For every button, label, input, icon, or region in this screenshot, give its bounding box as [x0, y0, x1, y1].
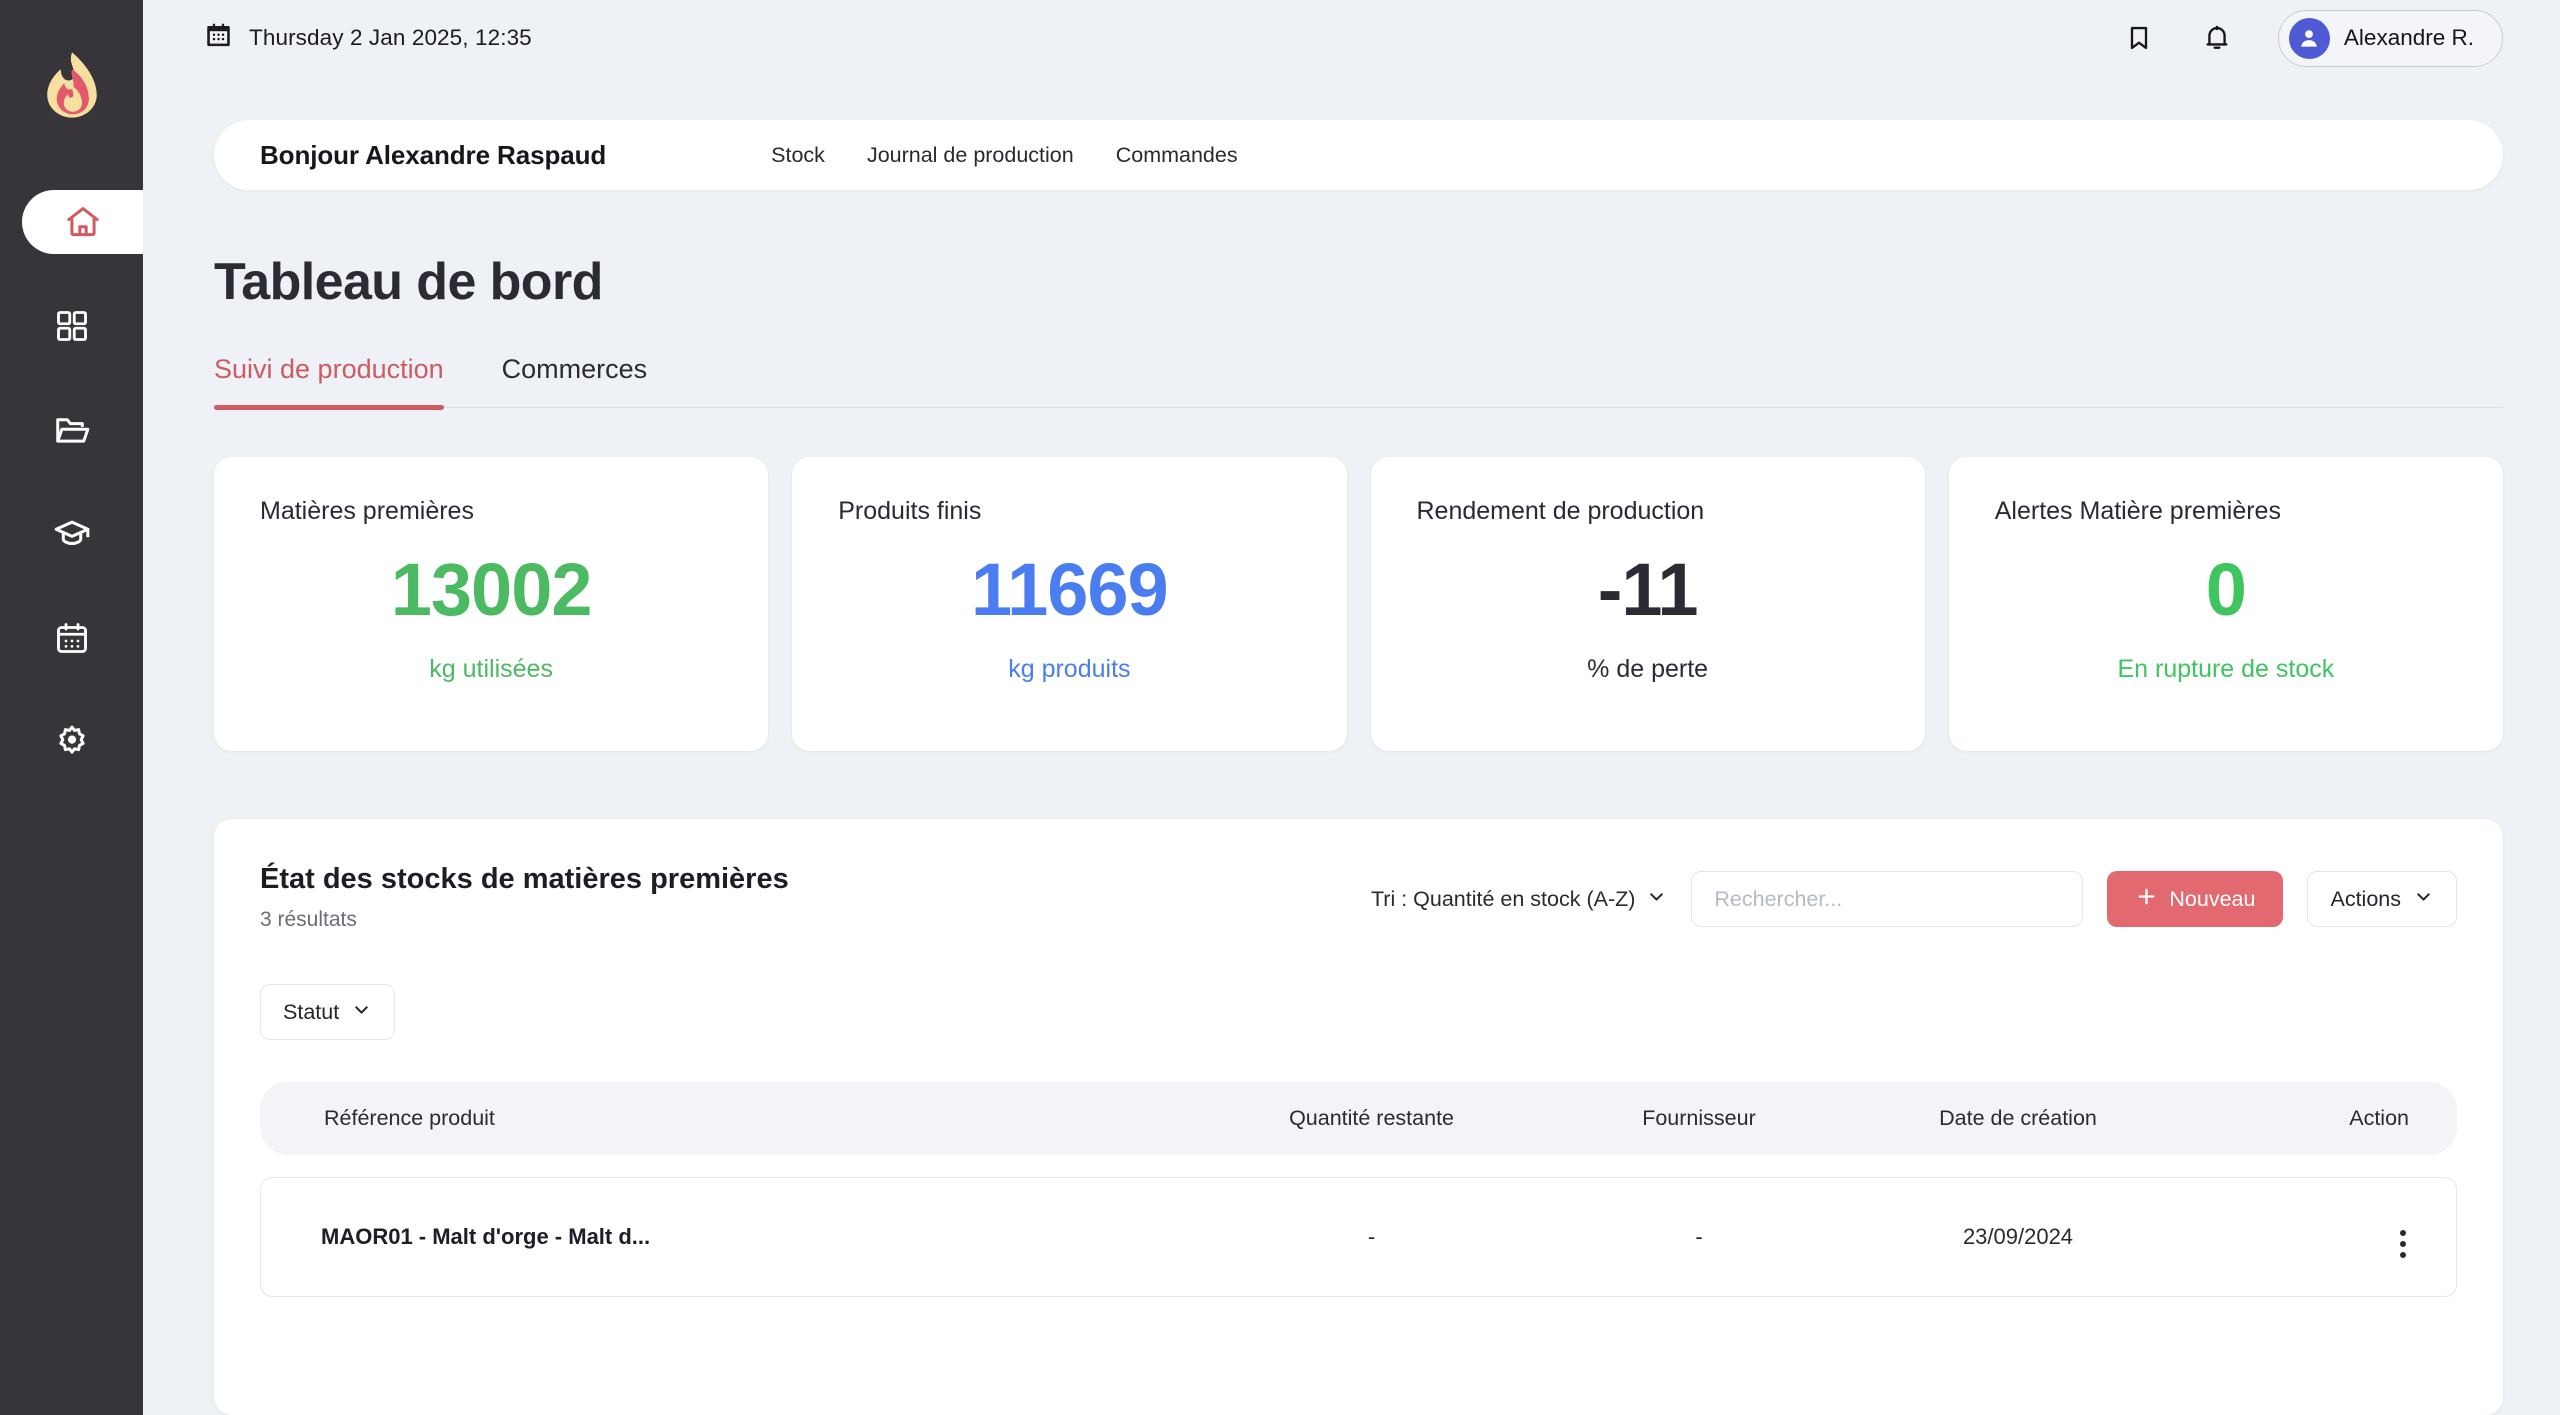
- cell-supplier: -: [1565, 1177, 1833, 1297]
- graduation-icon: [53, 515, 91, 553]
- bookmark-icon[interactable]: [2122, 21, 2156, 55]
- kpi-card-produits-finis: Produits finis 11669 kg produits: [792, 457, 1347, 751]
- cell-reference: MAOR01 - Malt d'orge - Malt d...: [260, 1177, 1178, 1297]
- table-title-block: État des stocks de matières premières 3 …: [260, 863, 789, 932]
- sort-dropdown[interactable]: Tri : Quantité en stock (A-Z): [1371, 886, 1667, 913]
- table-row[interactable]: MAOR01 - Malt d'orge - Malt d... - - 23/…: [260, 1177, 2457, 1297]
- home-icon: [64, 203, 102, 241]
- bell-icon[interactable]: [2200, 21, 2234, 55]
- kpi-value: -11: [1597, 548, 1699, 631]
- table-header-row: Référence produit Quantité restante Four…: [260, 1082, 2457, 1155]
- kpi-card-matieres-premieres: Matières premières 13002 kg utilisées: [214, 457, 769, 751]
- table-title: État des stocks de matières premières: [260, 863, 789, 895]
- actions-button-label: Actions: [2330, 886, 2401, 911]
- sidebar: [0, 0, 143, 1415]
- flame-logo: [33, 46, 111, 124]
- gear-icon: [53, 723, 91, 761]
- kpi-card-alertes-matiere-premieres: Alertes Matière premières 0 En rupture d…: [1948, 457, 2503, 751]
- welcome-bar: Bonjour Alexandre Raspaud Stock Journal …: [214, 120, 2503, 190]
- current-date-text: Thursday 2 Jan 2025, 12:35: [249, 25, 532, 50]
- sort-label: Tri : Quantité en stock (A-Z): [1370, 886, 1636, 911]
- kpi-label: Produits finis: [838, 497, 982, 525]
- cell-created: 23/09/2024: [1832, 1177, 2204, 1297]
- kpi-value: 13002: [390, 548, 593, 631]
- user-name: Alexandre R.: [2343, 25, 2474, 50]
- cell-quantity: -: [1177, 1177, 1566, 1297]
- kpi-value: 11669: [971, 548, 1169, 631]
- nav-link-commandes[interactable]: Commandes: [1116, 143, 1238, 168]
- page-title: Tableau de bord: [214, 253, 603, 311]
- more-vertical-icon[interactable]: [2400, 1230, 2406, 1258]
- calendar-icon: [54, 620, 90, 656]
- sidebar-item-learning[interactable]: [0, 502, 143, 566]
- kpi-sublabel: En rupture de stock: [2117, 655, 2335, 683]
- tab-suivi-de-production[interactable]: Suivi de production: [214, 354, 473, 410]
- sidebar-item-files[interactable]: [0, 398, 143, 462]
- kpi-sublabel: % de perte: [1587, 655, 1709, 683]
- stock-table-card: État des stocks de matières premières 3 …: [214, 819, 2503, 1415]
- kpi-sublabel: kg utilisées: [429, 655, 553, 683]
- sidebar-item-apps[interactable]: [0, 294, 143, 358]
- new-button[interactable]: Nouveau: [2107, 871, 2284, 927]
- cell-action: [2203, 1177, 2457, 1297]
- topbar-date: Thursday 2 Jan 2025, 12:35: [205, 22, 532, 55]
- column-header-quantity: Quantité restante: [1177, 1082, 1566, 1155]
- stock-table: Référence produit Quantité restante Four…: [260, 1082, 2457, 1297]
- sidebar-item-home[interactable]: [22, 190, 143, 254]
- kpi-label: Matières premières: [260, 497, 474, 525]
- chevron-down-icon: [1646, 886, 1667, 913]
- column-header-action: Action: [2203, 1082, 2457, 1155]
- kpi-cards: Matières premières 13002 kg utilisées Pr…: [214, 457, 2503, 751]
- kpi-sublabel: kg produits: [1008, 655, 1131, 683]
- sidebar-nav: [0, 190, 143, 814]
- table-toolbar: Tri : Quantité en stock (A-Z) Nouveau Ac…: [1371, 863, 2457, 927]
- tab-label: Commerces: [501, 354, 648, 384]
- nav-link-journal-de-production[interactable]: Journal de production: [867, 143, 1074, 168]
- kpi-label: Rendement de production: [1416, 497, 1705, 525]
- user-avatar-icon: [2288, 17, 2330, 59]
- sidebar-item-calendar[interactable]: [0, 606, 143, 670]
- dashboard-tabs: Suivi de production Commerces: [214, 354, 2503, 410]
- grid-icon: [54, 308, 90, 344]
- welcome-nav: Stock Journal de production Commandes: [771, 143, 1237, 168]
- topbar: Thursday 2 Jan 2025, 12:35 Alexandre R.: [143, 0, 2560, 76]
- column-header-reference: Référence produit: [260, 1082, 1178, 1155]
- new-button-label: Nouveau: [2169, 886, 2256, 911]
- table-header: État des stocks de matières premières 3 …: [260, 863, 2457, 932]
- table-row-spacer: [260, 1155, 2457, 1177]
- chevron-down-icon: [351, 999, 372, 1026]
- statut-filter-label: Statut: [283, 999, 340, 1024]
- actions-button[interactable]: Actions: [2307, 871, 2457, 927]
- plus-icon: [2135, 885, 2158, 914]
- main-content: Thursday 2 Jan 2025, 12:35 Alexandre R. …: [143, 0, 2560, 1415]
- kpi-label: Alertes Matière premières: [1994, 497, 2281, 525]
- kpi-card-rendement-de-production: Rendement de production -11 % de perte: [1370, 457, 1925, 751]
- tab-label: Suivi de production: [214, 354, 444, 384]
- statut-filter-button[interactable]: Statut: [260, 984, 396, 1040]
- user-menu-button[interactable]: Alexandre R.: [2277, 9, 2503, 67]
- result-count: 3 résultats: [260, 908, 357, 931]
- tab-commerces[interactable]: Commerces: [473, 354, 677, 407]
- kpi-value: 0: [2205, 548, 2247, 631]
- greeting-text: Bonjour Alexandre Raspaud: [260, 139, 607, 170]
- nav-link-stock[interactable]: Stock: [771, 143, 825, 168]
- calendar-icon: [205, 22, 232, 55]
- search-input[interactable]: [1691, 871, 2084, 927]
- table-head: Référence produit Quantité restante Four…: [260, 1082, 2457, 1155]
- column-header-created: Date de création: [1832, 1082, 2204, 1155]
- topbar-actions: Alexandre R.: [2122, 9, 2503, 67]
- folder-icon: [53, 411, 91, 449]
- table-body: MAOR01 - Malt d'orge - Malt d... - - 23/…: [260, 1155, 2457, 1297]
- sidebar-item-settings[interactable]: [0, 710, 143, 774]
- column-header-supplier: Fournisseur: [1565, 1082, 1833, 1155]
- chevron-down-icon: [2413, 886, 2434, 913]
